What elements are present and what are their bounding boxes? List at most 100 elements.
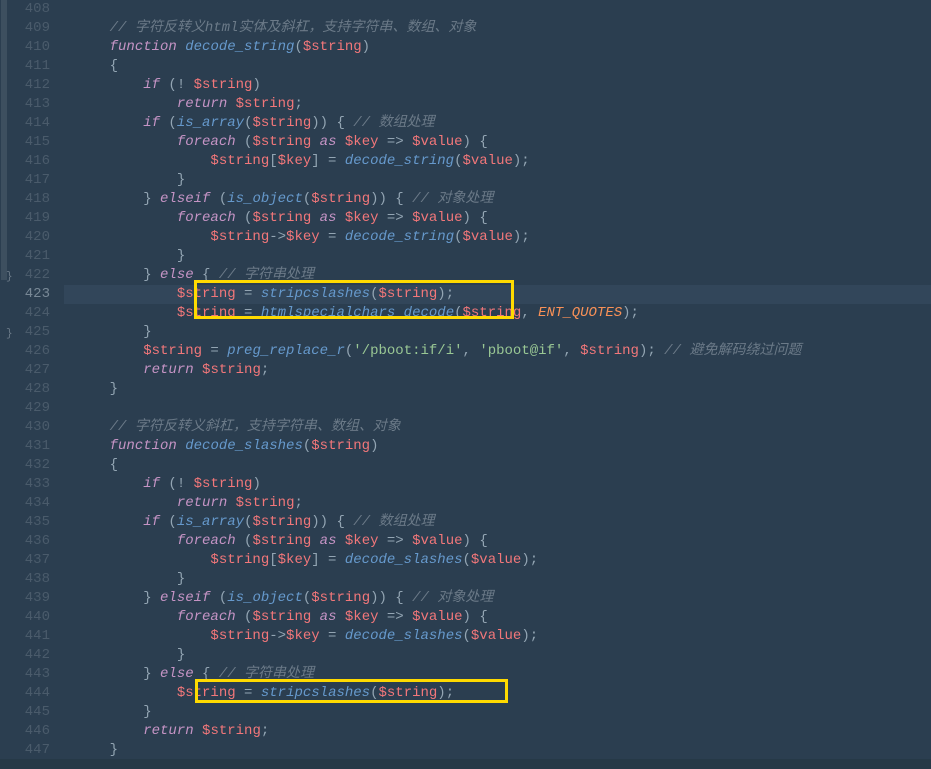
line-number[interactable]: 419	[8, 209, 50, 228]
code-token: (	[463, 628, 471, 644]
code-line[interactable]: }	[76, 646, 931, 665]
code-token: // 对象处理	[412, 191, 493, 207]
line-number[interactable]: 444	[8, 684, 50, 703]
code-line[interactable]: foreach ($string as $key => $value) {	[76, 133, 931, 152]
line-number[interactable]: 414	[8, 114, 50, 133]
code-token	[76, 39, 110, 55]
code-line[interactable]: return $string;	[76, 95, 931, 114]
code-line[interactable]: }	[76, 323, 931, 342]
line-number[interactable]: 415	[8, 133, 50, 152]
code-line[interactable]: } else { // 字符串处理	[76, 665, 931, 684]
vertical-scrollbar[interactable]	[0, 0, 8, 769]
code-token: $string	[311, 438, 370, 454]
line-number[interactable]: 417	[8, 171, 50, 190]
code-line[interactable]: $string = stripcslashes($string);	[64, 285, 931, 304]
line-number-gutter[interactable]: 4084094104114124134144154164174184194204…	[8, 0, 64, 769]
line-number[interactable]: 424	[8, 304, 50, 323]
line-number[interactable]: 427	[8, 361, 50, 380]
line-number[interactable]: 446	[8, 722, 50, 741]
code-area[interactable]: // 字符反转义html实体及斜杠，支持字符串、数组、对象 function d…	[64, 0, 931, 769]
code-token: );	[437, 286, 454, 302]
code-line[interactable]: foreach ($string as $key => $value) {	[76, 209, 931, 228]
line-number[interactable]: 432	[8, 456, 50, 475]
code-line[interactable]: $string->$key = decode_slashes($value);	[76, 627, 931, 646]
line-number[interactable]: 428	[8, 380, 50, 399]
code-line[interactable]: function decode_string($string)	[76, 38, 931, 57]
code-token: =>	[379, 609, 413, 625]
line-number[interactable]: 420	[8, 228, 50, 247]
line-number[interactable]: 431	[8, 437, 50, 456]
code-line[interactable]: if (is_array($string)) { // 数组处理	[76, 513, 931, 532]
line-number[interactable]: 409	[8, 19, 50, 38]
line-number[interactable]: 413	[8, 95, 50, 114]
line-number[interactable]: 423	[8, 285, 50, 304]
code-token: )) {	[311, 514, 353, 530]
line-number[interactable]: 422}	[8, 266, 50, 285]
code-token: $string	[210, 229, 269, 245]
code-line[interactable]: } else { // 字符串处理	[76, 266, 931, 285]
line-number[interactable]: 430	[8, 418, 50, 437]
line-number[interactable]: 438	[8, 570, 50, 589]
code-line[interactable]: return $string;	[76, 722, 931, 741]
code-line[interactable]: foreach ($string as $key => $value) {	[76, 532, 931, 551]
code-line[interactable]: function decode_slashes($string)	[76, 437, 931, 456]
code-token: =	[320, 628, 345, 644]
code-line[interactable]: $string = stripcslashes($string);	[76, 684, 931, 703]
line-number[interactable]: 439	[8, 589, 50, 608]
code-line[interactable]: $string->$key = decode_string($value);	[76, 228, 931, 247]
code-line[interactable]: } elseif (is_object($string)) { // 对象处理	[76, 190, 931, 209]
code-line[interactable]: if (! $string)	[76, 475, 931, 494]
code-line[interactable]: foreach ($string as $key => $value) {	[76, 608, 931, 627]
code-token: $value	[412, 210, 462, 226]
line-number[interactable]: 411	[8, 57, 50, 76]
code-line[interactable]: $string[$key] = decode_slashes($value);	[76, 551, 931, 570]
code-token: $string	[252, 134, 311, 150]
code-editor[interactable]: 4084094104114124134144154164174184194204…	[0, 0, 931, 769]
scrollbar-thumb[interactable]	[1, 0, 7, 280]
line-number[interactable]: 426	[8, 342, 50, 361]
line-number[interactable]: 418	[8, 190, 50, 209]
line-number[interactable]: 434	[8, 494, 50, 513]
line-number[interactable]: 416	[8, 152, 50, 171]
code-line[interactable]: {	[76, 456, 931, 475]
code-line[interactable]: }	[76, 570, 931, 589]
code-line[interactable]: if (! $string)	[76, 76, 931, 95]
code-line[interactable]: return $string;	[76, 494, 931, 513]
code-line[interactable]: $string = preg_replace_r('/pboot:if/i', …	[76, 342, 931, 361]
line-number[interactable]: 433	[8, 475, 50, 494]
code-line[interactable]	[76, 399, 931, 418]
line-number[interactable]: 445	[8, 703, 50, 722]
code-line[interactable]: if (is_array($string)) { // 数组处理	[76, 114, 931, 133]
line-number[interactable]: 436	[8, 532, 50, 551]
code-line[interactable]: $string[$key] = decode_string($value);	[76, 152, 931, 171]
line-number[interactable]: 435	[8, 513, 50, 532]
line-number[interactable]: 443	[8, 665, 50, 684]
code-line[interactable]: // 字符反转义html实体及斜杠，支持字符串、数组、对象	[76, 19, 931, 38]
line-number[interactable]: 442	[8, 646, 50, 665]
code-token: as	[320, 609, 337, 625]
line-number[interactable]: 421	[8, 247, 50, 266]
line-number[interactable]: 429	[8, 399, 50, 418]
line-number[interactable]: 437	[8, 551, 50, 570]
code-line[interactable]: } elseif (is_object($string)) { // 对象处理	[76, 589, 931, 608]
code-line[interactable]: // 字符反转义斜杠，支持字符串、数组、对象	[76, 418, 931, 437]
code-line[interactable]: }	[76, 703, 931, 722]
line-number[interactable]: 447	[8, 741, 50, 760]
code-line[interactable]: }	[76, 380, 931, 399]
code-line[interactable]: }	[76, 741, 931, 760]
code-line[interactable]	[76, 0, 931, 19]
line-number[interactable]: 440	[8, 608, 50, 627]
line-number[interactable]: 412	[8, 76, 50, 95]
code-token: // 避免解码绕过问题	[664, 343, 801, 359]
code-line[interactable]: $string = htmlspecialchars_decode($strin…	[76, 304, 931, 323]
line-number[interactable]: 408	[8, 0, 50, 19]
code-token	[76, 552, 210, 568]
code-token: );	[622, 305, 639, 321]
line-number[interactable]: 425}	[8, 323, 50, 342]
line-number[interactable]: 441	[8, 627, 50, 646]
code-line[interactable]: }	[76, 171, 931, 190]
code-line[interactable]: }	[76, 247, 931, 266]
code-line[interactable]: {	[76, 57, 931, 76]
code-line[interactable]: return $string;	[76, 361, 931, 380]
line-number[interactable]: 410	[8, 38, 50, 57]
